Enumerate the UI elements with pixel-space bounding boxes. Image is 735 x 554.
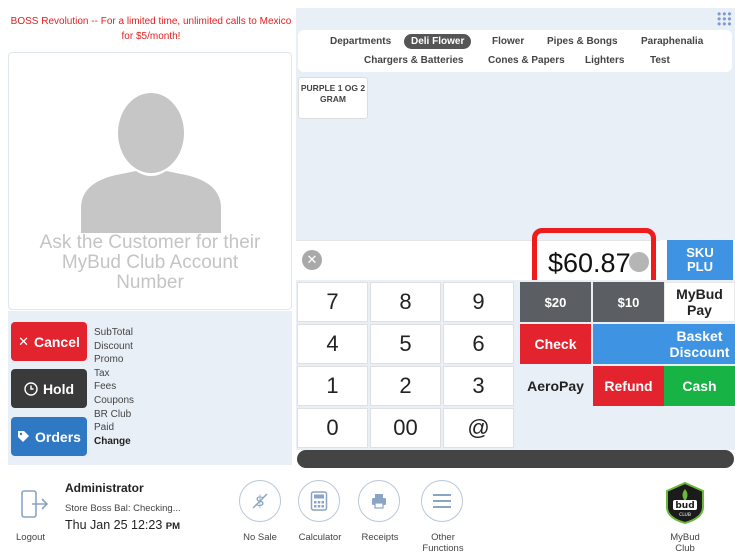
key-6[interactable]: 6: [443, 324, 514, 364]
clock-icon: [24, 381, 38, 396]
no-sale-dollar-icon: $: [252, 492, 268, 510]
key-5[interactable]: 5: [370, 324, 441, 364]
hold-button[interactable]: Hold: [11, 369, 87, 408]
summary-discount: Discount: [94, 340, 133, 352]
logout-button[interactable]: [18, 488, 50, 522]
other-functions-button[interactable]: [421, 480, 463, 522]
summary-paid: Paid: [94, 422, 115, 434]
other-functions-label[interactable]: Other Functions: [418, 532, 468, 554]
summary-br-club: BR Club: [94, 408, 132, 420]
category-cones-papers[interactable]: Cones & Papers: [488, 55, 565, 66]
summary-coupons: Coupons: [94, 394, 135, 406]
key-2[interactable]: 2: [370, 366, 441, 406]
key-00[interactable]: 00: [370, 408, 441, 448]
refund-button[interactable]: Refund: [593, 366, 664, 406]
key-8[interactable]: 8: [370, 282, 441, 322]
calculator-button[interactable]: [298, 480, 340, 522]
customer-prompt: Ask the Customer for their MyBud Club Ac…: [39, 232, 261, 293]
summary-tax: Tax: [94, 367, 110, 379]
cancel-button[interactable]: ✕ Cancel: [11, 322, 87, 361]
product-name: PURPLE 1 OG 2 GRAM: [300, 83, 366, 104]
plu-label: PLU: [687, 259, 713, 274]
check-button[interactable]: Check: [520, 324, 591, 364]
category-departments[interactable]: Departments: [330, 36, 391, 47]
summary-subtotal: SubTotal: [94, 327, 133, 338]
ten-dollar-button[interactable]: $10: [593, 282, 664, 322]
aeropay-button[interactable]: AeroPay: [520, 366, 591, 406]
category-paraphenalia[interactable]: Paraphenalia: [641, 36, 703, 47]
receipts-button[interactable]: [358, 480, 400, 522]
logout-door-icon: [21, 490, 49, 518]
mybud-club-label[interactable]: MyBud Club: [662, 532, 708, 554]
key-3[interactable]: 3: [443, 366, 514, 406]
mybud-club-logo-icon: bud CLUB: [666, 481, 704, 525]
date-time: Thu Jan 25 12:23 PM: [65, 518, 180, 532]
cancel-label: Cancel: [33, 333, 80, 350]
key-9[interactable]: 9: [443, 282, 514, 322]
sku-label: SKU: [686, 245, 714, 260]
customer-avatar-icon: [81, 93, 221, 233]
key-4[interactable]: 4: [297, 324, 368, 364]
date-text: Thu Jan 25 12:23: [65, 518, 163, 532]
calculator-icon: [310, 491, 328, 511]
mybud-club-button[interactable]: bud CLUB: [664, 481, 706, 525]
category-pipes-bongs[interactable]: Pipes & Bongs: [547, 36, 618, 47]
close-icon: ✕: [18, 333, 29, 349]
customer-panel[interactable]: Ask the Customer for their MyBud Club Ac…: [8, 52, 292, 310]
tag-icon: [18, 431, 30, 442]
blank-blue-button[interactable]: [593, 324, 664, 364]
menu-lines-icon: [433, 494, 451, 508]
summary-fees: Fees: [94, 381, 117, 393]
basket-discount-button[interactable]: Basket Discount: [664, 324, 735, 364]
receipts-label[interactable]: Receipts: [358, 532, 402, 543]
twenty-dollar-button[interactable]: $20: [520, 282, 591, 322]
category-test[interactable]: Test: [650, 55, 670, 66]
user-name: Administrator: [65, 481, 144, 495]
category-chargers-batteries[interactable]: Chargers & Batteries: [364, 55, 463, 66]
status-bar: [297, 450, 734, 468]
orders-label: Orders: [35, 428, 81, 445]
category-bar: Departments Deli Flower Flower Pipes & B…: [298, 30, 732, 72]
logout-label[interactable]: Logout: [16, 532, 45, 543]
store-balance: Store Boss Bal: Checking...: [65, 503, 181, 514]
summary-change: Change: [94, 435, 131, 447]
no-sale-button[interactable]: $: [239, 480, 281, 522]
ampm-text: PM: [165, 521, 181, 532]
category-lighters[interactable]: Lighters: [585, 55, 624, 66]
cash-button[interactable]: Cash: [664, 366, 735, 406]
product-tile[interactable]: PURPLE 1 OG 2 GRAM: [298, 77, 368, 119]
promo-text: BOSS Revolution -- For a limited time, u…: [10, 16, 292, 42]
sku-plu-button[interactable]: SKU PLU: [667, 240, 733, 280]
promo-banner: BOSS Revolution -- For a limited time, u…: [10, 10, 292, 48]
category-deli-flower[interactable]: Deli Flower: [404, 34, 472, 49]
hold-label: Hold: [42, 380, 75, 397]
calculator-label[interactable]: Calculator: [294, 532, 346, 543]
summary-promo: Promo: [94, 354, 124, 366]
logo-text: bud: [675, 501, 694, 511]
key-at[interactable]: @: [443, 408, 514, 448]
clear-input-icon[interactable]: ✕: [302, 250, 322, 270]
category-flower[interactable]: Flower: [492, 36, 524, 47]
grid-menu-icon[interactable]: ••• ••• •••: [717, 8, 733, 30]
mybud-pay-button[interactable]: MyBud Pay: [664, 282, 735, 322]
printer-icon: [372, 494, 386, 509]
summary-labels: SubTotal Discount Promo Tax Fees Coupons…: [94, 326, 134, 448]
key-7[interactable]: 7: [297, 282, 368, 322]
logo-sub-text: CLUB: [679, 512, 691, 518]
no-sale-label[interactable]: No Sale: [240, 532, 280, 543]
key-1[interactable]: 1: [297, 366, 368, 406]
orders-button[interactable]: Orders: [11, 417, 87, 456]
key-0[interactable]: 0: [297, 408, 368, 448]
